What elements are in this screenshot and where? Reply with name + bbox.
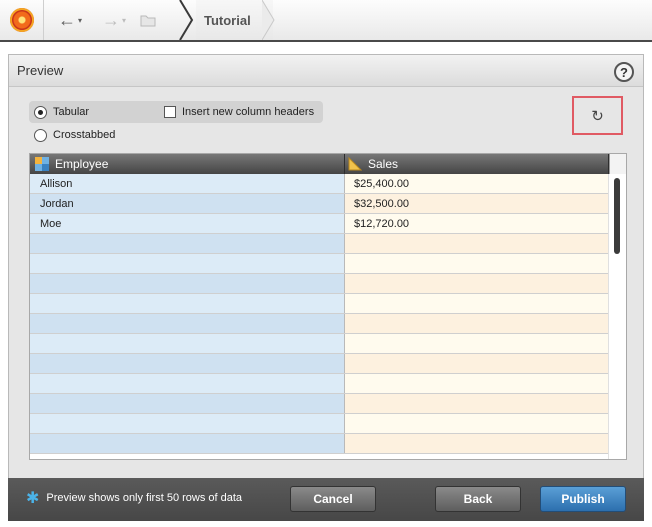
employee-cell [30,354,345,373]
column-header-sales[interactable]: Sales [345,154,609,174]
arrow-right-icon: → [102,9,120,30]
table-row[interactable] [30,274,609,294]
employee-cell [30,414,345,433]
employee-cell [30,254,345,273]
tabular-label: Tabular [53,106,90,118]
column-header-label: Employee [55,157,109,171]
employee-cell [30,234,345,253]
measure-icon [348,157,362,171]
preview-dialog: Preview ? Tabular Insert new column head… [8,54,644,478]
employee-cell [30,434,345,453]
employee-cell [30,394,345,413]
sales-cell [345,334,609,353]
sales-cell [345,274,609,293]
table-row[interactable] [30,234,609,254]
grid-body: Allison $25,400.00 Jordan $32,500.00 Moe $12,… [30,174,609,454]
sales-cell [345,374,609,393]
folder-icon [140,15,156,27]
column-header-employee[interactable]: Employee [30,154,345,174]
column-header-label: Sales [368,157,399,171]
table-row[interactable] [30,294,609,314]
star-icon: ✱ [26,489,40,507]
forward-nav-button[interactable]: → ▾ [102,9,126,31]
breadcrumb-end [262,0,275,40]
crosstabbed-label: Crosstabbed [53,129,116,141]
crosstabbed-radio[interactable] [34,129,47,142]
table-row[interactable] [30,414,609,434]
employee-cell [30,274,345,293]
sales-cell [345,354,609,373]
sales-cell: $32,500.00 [345,194,609,213]
sales-cell [345,254,609,273]
dialog-header: Preview [9,55,643,87]
employee-cell: Allison [30,174,345,193]
folder-button[interactable] [140,9,156,31]
table-row[interactable] [30,434,609,454]
column-header-spacer [609,154,626,174]
arrow-left-icon: ← [58,9,76,30]
table-row[interactable] [30,334,609,354]
employee-cell: Jordan [30,194,345,213]
refresh-icon: ↻ [591,107,604,125]
top-toolbar: ← ▾ → ▾ Tutorial [0,0,652,42]
grid-header: Employee Sales [30,154,626,174]
table-row[interactable] [30,254,609,274]
sales-cell: $25,400.00 [345,174,609,193]
employee-cell [30,314,345,333]
footer-note: ✱ Preview shows only first 50 rows of da… [26,489,243,507]
publish-button[interactable]: Publish [540,486,626,512]
table-row[interactable]: Jordan $32,500.00 [30,194,609,214]
insert-headers-checkbox[interactable] [164,106,176,118]
table-row[interactable] [30,394,609,414]
insert-headers-label: Insert new column headers [182,106,315,118]
sales-cell [345,294,609,313]
sales-cell: $12,720.00 [345,214,609,233]
vertical-scrollbar[interactable] [608,174,626,459]
employee-cell: Moe [30,214,345,233]
chevron-down-icon: ▾ [122,15,127,25]
sun-logo-icon [9,8,34,32]
employee-cell [30,374,345,393]
back-button[interactable]: Back [435,486,521,512]
dimension-icon [35,157,49,171]
footer-note-text: Preview shows only first 50 rows of data [46,492,243,504]
preview-grid: Employee Sales Allison $25,400.00 Jordan $3… [29,153,627,460]
refresh-button[interactable]: ↻ [572,96,623,135]
tabular-radio[interactable] [34,106,47,119]
table-row[interactable]: Allison $25,400.00 [30,174,609,194]
sales-cell [345,414,609,433]
table-row[interactable] [30,354,609,374]
cancel-button[interactable]: Cancel [290,486,376,512]
app-logo[interactable] [0,0,44,40]
sales-cell [345,394,609,413]
sales-cell [345,314,609,333]
sales-cell [345,234,609,253]
dialog-footer: ✱ Preview shows only first 50 rows of da… [8,478,644,521]
scrollbar-thumb[interactable] [614,178,620,254]
table-row[interactable] [30,374,609,394]
chevron-down-icon: ▾ [78,15,83,25]
breadcrumb-separator [179,0,194,40]
back-nav-button[interactable]: ← ▾ [58,9,82,31]
table-row[interactable] [30,314,609,334]
employee-cell [30,294,345,313]
help-icon[interactable]: ? [614,62,634,82]
sales-cell [345,434,609,453]
dialog-title: Preview [17,63,64,78]
employee-cell [30,334,345,353]
table-row[interactable]: Moe $12,720.00 [30,214,609,234]
